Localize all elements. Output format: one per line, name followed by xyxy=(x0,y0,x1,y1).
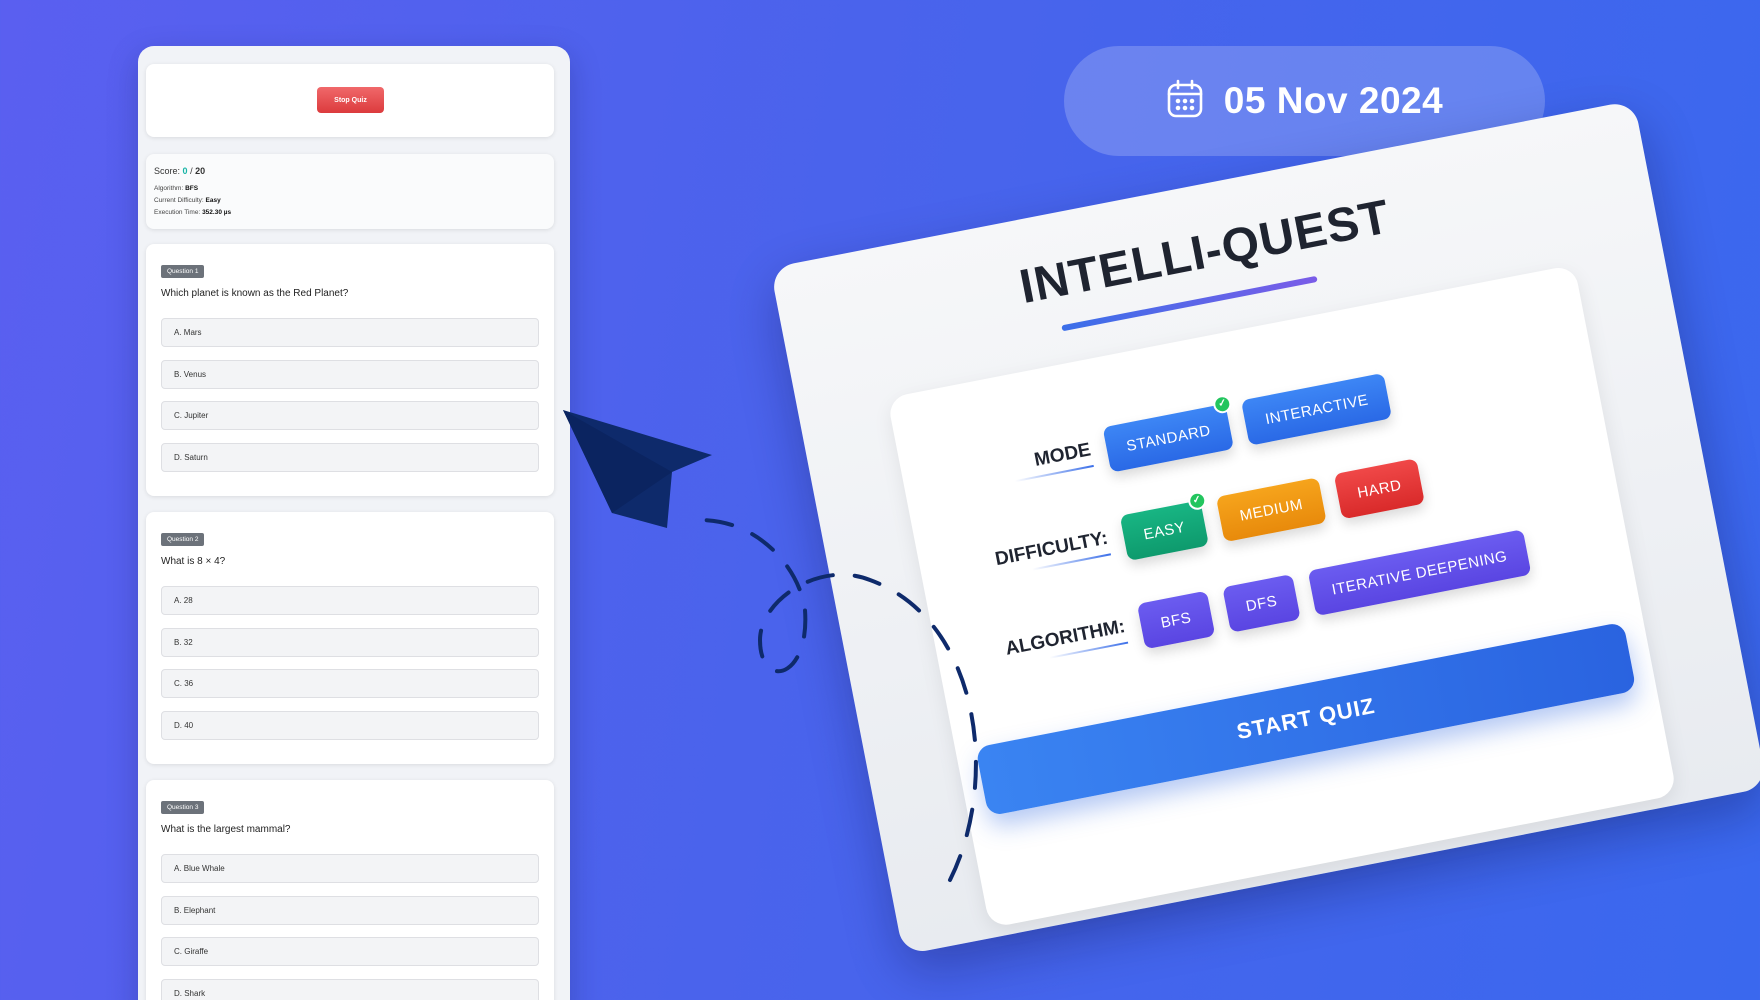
question-badge: Question 2 xyxy=(161,533,205,546)
question-card: Question 3 What is the largest mammal? A… xyxy=(146,780,554,1000)
check-icon: ✓ xyxy=(1186,490,1208,512)
algorithm-label: Algorithm: xyxy=(154,185,184,192)
mode-label: MODE xyxy=(941,439,1094,495)
difficulty-line: Current Difficulty: Easy xyxy=(154,195,546,207)
execution-time-value: 352.30 µs xyxy=(202,209,232,216)
answer-option[interactable]: D. 40 xyxy=(161,710,539,740)
answer-option[interactable]: A. Mars xyxy=(161,318,539,347)
answer-option[interactable]: C. Giraffe xyxy=(161,937,539,966)
score-separator: / xyxy=(190,166,193,176)
difficulty-value: Easy xyxy=(205,197,221,204)
question-badge: Question 3 xyxy=(161,801,205,814)
stop-card: Stop Quiz xyxy=(146,64,554,137)
mode-interactive-button[interactable]: INTERACTIVE xyxy=(1241,372,1393,446)
answer-option[interactable]: A. 28 xyxy=(161,586,539,615)
score-total: 20 xyxy=(195,166,206,176)
question-text: Which planet is known as the Red Planet? xyxy=(161,288,349,299)
question-text: What is the largest mammal? xyxy=(161,824,291,835)
difficulty-hard-button[interactable]: HARD xyxy=(1333,458,1426,520)
answer-option[interactable]: D. Shark xyxy=(161,978,539,1000)
score-value: 0 xyxy=(182,166,188,176)
execution-time-line: Execution Time: 352.30 µs xyxy=(154,207,546,219)
score-line: Score: 0 / 20 xyxy=(154,166,546,176)
score-label: Score: xyxy=(154,166,181,176)
answer-option[interactable]: D. Saturn xyxy=(161,442,539,472)
answer-option[interactable]: B. Venus xyxy=(161,359,539,389)
difficulty-medium-button[interactable]: MEDIUM xyxy=(1215,477,1327,543)
algorithm-value: BFS xyxy=(185,185,199,192)
difficulty-easy-button[interactable]: EASY ✓ xyxy=(1119,490,1210,561)
config-card: INTELLI-QUEST MODE STANDARD ✓ INTERACTIV… xyxy=(770,100,1760,956)
settings-card: MODE STANDARD ✓ INTERACTIVE DIFFICULTY: … xyxy=(886,264,1678,929)
difficulty-label: Current Difficulty: xyxy=(154,197,204,204)
quiz-panel: Stop Quiz Score: 0 / 20 Algorithm: BFS C… xyxy=(138,46,570,1000)
question-card: Question 2 What is 8 × 4? A. 28 B. 32 C.… xyxy=(146,512,554,764)
question-card: Question 1 Which planet is known as the … xyxy=(146,244,554,496)
cursor-arrow-tail xyxy=(563,410,672,513)
date-text: 05 Nov 2024 xyxy=(1223,80,1444,121)
answer-option[interactable]: C. 36 xyxy=(161,669,539,698)
stop-quiz-button[interactable]: Stop Quiz xyxy=(317,87,384,113)
cursor-arrow-icon xyxy=(563,410,712,528)
execution-time-label: Execution Time: xyxy=(154,209,201,216)
algorithm-dfs-button[interactable]: DFS xyxy=(1221,573,1301,633)
difficulty-easy-label: EASY xyxy=(1142,518,1187,543)
answer-option[interactable]: A. Blue Whale xyxy=(161,854,539,883)
question-badge: Question 1 xyxy=(161,265,205,278)
score-card: Score: 0 / 20 Algorithm: BFS Current Dif… xyxy=(146,154,554,229)
question-text: What is 8 × 4? xyxy=(161,556,226,567)
mode-standard-label: STANDARD xyxy=(1124,421,1213,455)
mode-standard-button[interactable]: STANDARD ✓ xyxy=(1102,393,1235,473)
answer-option[interactable]: B. 32 xyxy=(161,627,539,657)
answer-option[interactable]: C. Jupiter xyxy=(161,401,539,430)
algorithm-row-label: ALGORITHM: xyxy=(976,616,1129,672)
answer-option[interactable]: B. Elephant xyxy=(161,895,539,925)
calendar-icon xyxy=(1166,79,1204,124)
check-icon: ✓ xyxy=(1212,393,1234,415)
algorithm-bfs-button[interactable]: BFS xyxy=(1136,590,1216,650)
difficulty-row-label: DIFFICULTY: xyxy=(958,528,1111,584)
algorithm-iterative-deepening-button[interactable]: ITERATIVE DEEPENING xyxy=(1307,529,1532,617)
algorithm-line: Algorithm: BFS xyxy=(154,183,546,195)
